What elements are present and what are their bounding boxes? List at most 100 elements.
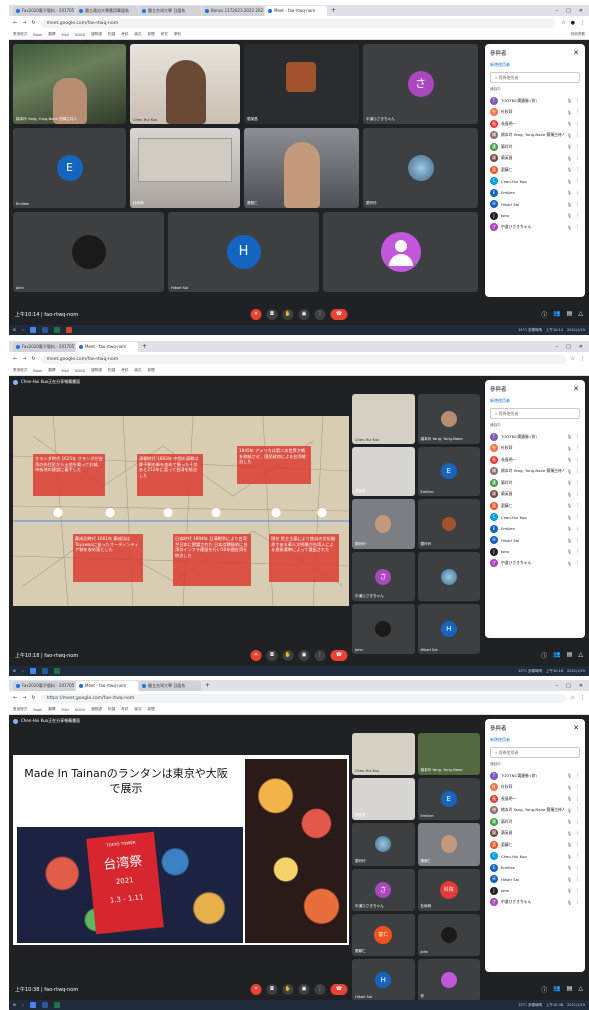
back-icon[interactable]: ← xyxy=(13,20,17,26)
end-call-button[interactable]: ☎ xyxy=(330,984,348,995)
more-icon[interactable]: ⋮ xyxy=(575,445,580,451)
more-icon[interactable]: ⋮ xyxy=(575,457,580,463)
video-tile[interactable]: 蘭英昌 xyxy=(352,778,415,821)
new-tab-icon[interactable]: + xyxy=(202,681,213,691)
url-input[interactable]: meet.google.com/fao-rtwq-nom xyxy=(40,18,557,28)
search-icon[interactable]: ⌕ xyxy=(22,1003,24,1007)
bookmark-item[interactable]: Mail xyxy=(62,33,69,37)
more-options-button[interactable]: ⋮ xyxy=(314,309,326,320)
end-call-button[interactable]: ☎ xyxy=(330,309,348,320)
video-tile[interactable]: John xyxy=(13,212,164,292)
browser-tab[interactable]: Bonus 1172021-2022 2021 xyxy=(202,6,264,16)
video-tile[interactable]: E Emilien xyxy=(417,778,480,821)
camera-button[interactable]: ◘ xyxy=(266,650,278,661)
more-icon[interactable]: ⋮ xyxy=(575,865,580,871)
maximize-icon[interactable]: □ xyxy=(566,681,571,691)
bookmark-item[interactable]: 校園 xyxy=(108,368,115,373)
search-icon[interactable]: ⌕ xyxy=(22,328,24,332)
bookmark-item[interactable]: Book xyxy=(33,369,42,373)
forward-icon[interactable]: → xyxy=(22,356,26,362)
more-icon[interactable]: ⋮ xyxy=(575,514,580,520)
participant-row[interactable]: 杜杜秋莉 🎙 ⋮ xyxy=(490,782,580,794)
participant-row[interactable]: 蘭蘭玲玲 🎙 ⋮ xyxy=(490,477,580,489)
maximize-icon[interactable]: □ xyxy=(566,342,571,352)
more-icon[interactable]: ⋮ xyxy=(575,121,580,127)
more-icon[interactable]: ⋮ xyxy=(575,773,580,779)
camera-button[interactable]: ◘ xyxy=(266,309,278,320)
new-tab-icon[interactable]: + xyxy=(139,342,150,352)
chat-icon[interactable]: ▤ xyxy=(567,310,573,319)
browser-tab[interactable]: Fax2020電子版料 - 2017057019 xyxy=(13,681,75,691)
minimize-icon[interactable]: – xyxy=(556,6,559,16)
camera-button[interactable]: ◘ xyxy=(266,984,278,995)
browser-tab[interactable]: 國立台灣大學 日語系 xyxy=(139,6,201,16)
bookmark-item[interactable]: 論文 xyxy=(134,368,141,373)
add-people-button[interactable]: 新增使用者 xyxy=(490,62,580,68)
more-icon[interactable]: ⋮ xyxy=(575,537,580,543)
participant-row[interactable]: 長長島明一 🎙 ⋮ xyxy=(490,793,580,805)
mic-off-button[interactable]: ✕ xyxy=(250,984,262,995)
more-icon[interactable]: ⋮ xyxy=(575,853,580,859)
video-tile[interactable]: 橋本玲 Yang, Yung-Nane 簡稱主持人 xyxy=(13,44,126,124)
bookmark-item[interactable]: 應用程式 xyxy=(13,707,27,712)
activities-icon[interactable]: △ xyxy=(578,310,583,319)
raise-hand-button[interactable]: ✋ xyxy=(282,650,294,661)
bookmark-item[interactable]: 考試 xyxy=(121,707,128,712)
start-icon[interactable]: ⊞ xyxy=(13,328,16,332)
close-window-icon[interactable]: ✕ xyxy=(579,342,583,352)
participant-row[interactable]: 長長島明一 🎙 ⋮ xyxy=(490,118,580,130)
bookmark-item[interactable]: 新聞 xyxy=(148,368,155,373)
video-tile[interactable]: E Emilien xyxy=(13,128,126,208)
participant-row[interactable]: H Hikari Sai 🎙 ⋮ xyxy=(490,874,580,886)
more-icon[interactable]: ⋮ xyxy=(575,155,580,161)
more-icon[interactable]: ⋮ xyxy=(575,132,580,138)
video-tile[interactable]: 橋本玲 Yang, Yung-Nane xyxy=(417,733,480,776)
more-icon[interactable]: ⋮ xyxy=(575,201,580,207)
add-people-button[interactable]: 新增使用者 xyxy=(490,398,580,404)
more-icon[interactable]: ⋮ xyxy=(575,224,580,230)
info-icon[interactable]: ⓘ xyxy=(541,651,547,660)
bookmark-item[interactable]: 新聞 xyxy=(148,32,155,37)
menu-icon[interactable]: ⋮ xyxy=(580,695,585,701)
bookmark-item[interactable]: 新聞 xyxy=(148,707,155,712)
chat-icon[interactable]: ▤ xyxy=(567,985,573,994)
participant-row[interactable]: C Chen-Hui Kuo 🎙 ⋮ xyxy=(490,851,580,863)
minimize-icon[interactable]: – xyxy=(556,342,559,352)
video-tile[interactable]: John xyxy=(417,913,480,956)
bookmark-item[interactable]: Book xyxy=(33,708,42,712)
participant-row[interactable]: さ中道ひさきちゃん 🎙 ⋮ xyxy=(490,222,580,234)
add-people-button[interactable]: 新增使用者 xyxy=(490,737,580,743)
back-icon[interactable]: ← xyxy=(13,356,17,362)
participant-row[interactable]: 長長島明一 🎙 ⋮ xyxy=(490,454,580,466)
mic-off-button[interactable]: ✕ xyxy=(250,650,262,661)
participant-row[interactable]: 蕭蕭藤仁 🎙 ⋮ xyxy=(490,164,580,176)
video-tile[interactable]: 蘭英昌 xyxy=(244,44,359,124)
participant-row[interactable]: J John 🎙 ⋮ xyxy=(490,885,580,897)
video-tile[interactable]: 富仁 蕭藤仁 xyxy=(352,913,415,956)
browser-tab[interactable]: Fax2020電子版料 - 2017057019 xyxy=(13,342,75,352)
browser-tab-active[interactable]: Meet - fao-rtwq-nom xyxy=(265,6,327,16)
maximize-icon[interactable]: □ xyxy=(566,6,571,16)
reload-icon[interactable]: ↻ xyxy=(31,356,35,362)
more-icon[interactable]: ⋮ xyxy=(575,899,580,905)
video-tile[interactable]: 蘭玲玲 xyxy=(352,499,415,549)
participant-row[interactable]: 蘭蘭英昌 🎙 ⋮ xyxy=(490,828,580,840)
video-tile[interactable]: 蘭玲玲 xyxy=(352,823,415,866)
video-tile[interactable]: 蘭玲玲 xyxy=(417,499,480,549)
word-icon[interactable] xyxy=(41,327,48,333)
menu-icon[interactable]: ⋮ xyxy=(580,20,585,26)
close-icon[interactable]: ✕ xyxy=(573,385,579,393)
participant-row[interactable]: 蘭蘭玲玲 🎙 ⋮ xyxy=(490,816,580,828)
end-call-button[interactable]: ☎ xyxy=(330,650,348,661)
chrome-icon[interactable] xyxy=(29,668,36,674)
video-tile[interactable]: Chen-Hui Kuo xyxy=(352,394,415,444)
star-icon[interactable]: ☆ xyxy=(571,695,575,701)
video-tile[interactable]: さ中道ひさきちゃん xyxy=(352,551,415,602)
participant-row[interactable]: J John 🎙 ⋮ xyxy=(490,546,580,558)
excel-icon[interactable] xyxy=(53,1002,60,1008)
more-icon[interactable]: ⋮ xyxy=(575,888,580,894)
raise-hand-button[interactable]: ✋ xyxy=(282,309,294,320)
participant-row[interactable]: 蘭蘭玲玲 🎙 ⋮ xyxy=(490,141,580,153)
bookmark-item[interactable]: 校園 xyxy=(108,707,115,712)
more-icon[interactable]: ⋮ xyxy=(575,213,580,219)
